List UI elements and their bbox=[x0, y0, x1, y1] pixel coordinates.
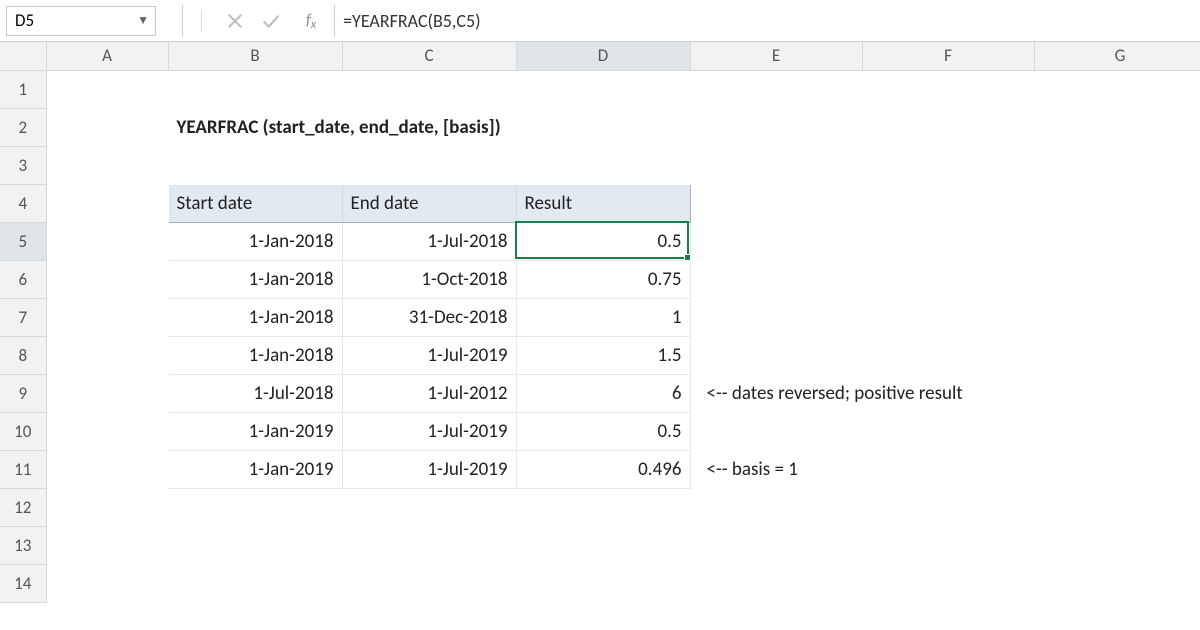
cell[interactable]: 1-Jan-2019 bbox=[168, 412, 342, 450]
row-header[interactable]: 11 bbox=[0, 450, 46, 488]
row-header[interactable]: 4 bbox=[0, 184, 46, 222]
chevron-down-icon[interactable]: ▼ bbox=[137, 13, 149, 28]
formula-input[interactable] bbox=[337, 6, 1194, 36]
row-header[interactable]: 9 bbox=[0, 374, 46, 412]
formula-bar: D5 ▼ fx bbox=[0, 0, 1200, 42]
enter-icon[interactable] bbox=[262, 12, 280, 30]
row-header[interactable]: 3 bbox=[0, 146, 46, 184]
row-header[interactable]: 8 bbox=[0, 336, 46, 374]
row-header[interactable]: 1 bbox=[0, 70, 46, 108]
table-header-start[interactable]: Start date bbox=[168, 184, 342, 222]
row-10: 10 1-Jan-2019 1-Jul-2019 0.5 bbox=[0, 412, 1200, 450]
col-header-C[interactable]: C bbox=[342, 42, 516, 70]
cell[interactable]: 1-Jul-2019 bbox=[342, 412, 516, 450]
row-header[interactable]: 13 bbox=[0, 526, 46, 564]
row-header[interactable]: 7 bbox=[0, 298, 46, 336]
cell[interactable]: 1-Oct-2018 bbox=[342, 260, 516, 298]
row-7: 7 1-Jan-2018 31-Dec-2018 1 bbox=[0, 298, 1200, 336]
row-header[interactable]: 6 bbox=[0, 260, 46, 298]
row-13: 13 bbox=[0, 526, 1200, 564]
fx-icon[interactable]: fx bbox=[306, 11, 316, 30]
row-header[interactable]: 10 bbox=[0, 412, 46, 450]
name-box[interactable]: D5 ▼ bbox=[6, 6, 156, 36]
row-6: 6 1-Jan-2018 1-Oct-2018 0.75 bbox=[0, 260, 1200, 298]
col-header-D[interactable]: D bbox=[516, 42, 690, 70]
cell[interactable]: 1-Jan-2018 bbox=[168, 336, 342, 374]
row-4: 4 Start date End date Result bbox=[0, 184, 1200, 222]
row-header[interactable]: 5 bbox=[0, 222, 46, 260]
cancel-icon[interactable] bbox=[226, 12, 244, 30]
row-14: 14 bbox=[0, 564, 1200, 602]
row-5: 5 1-Jan-2018 1-Jul-2018 0.5 bbox=[0, 222, 1200, 260]
row-header[interactable]: 12 bbox=[0, 488, 46, 526]
formula-bar-buttons: fx bbox=[185, 10, 332, 32]
row-12: 12 bbox=[0, 488, 1200, 526]
spreadsheet-grid[interactable]: A B C D E F G 1 2 YEARFRAC (start_date, … bbox=[0, 42, 1200, 603]
col-header-B[interactable]: B bbox=[168, 42, 342, 70]
table-header-result[interactable]: Result bbox=[516, 184, 690, 222]
cell[interactable]: 1-Jul-2012 bbox=[342, 374, 516, 412]
cell[interactable]: 1-Jan-2019 bbox=[168, 450, 342, 488]
cell[interactable]: 1.5 bbox=[516, 336, 690, 374]
cell[interactable]: 1 bbox=[516, 298, 690, 336]
row-9: 9 1-Jul-2018 1-Jul-2012 6 <-- dates reve… bbox=[0, 374, 1200, 412]
col-header-G[interactable]: G bbox=[1034, 42, 1200, 70]
cell[interactable]: 1-Jul-2019 bbox=[342, 336, 516, 374]
cell[interactable]: 0.75 bbox=[516, 260, 690, 298]
row-header[interactable]: 2 bbox=[0, 108, 46, 146]
row-11: 11 1-Jan-2019 1-Jul-2019 0.496 <-- basis… bbox=[0, 450, 1200, 488]
row-header[interactable]: 14 bbox=[0, 564, 46, 602]
cell[interactable]: 1-Jul-2019 bbox=[342, 450, 516, 488]
table-header-end[interactable]: End date bbox=[342, 184, 516, 222]
col-header-A[interactable]: A bbox=[46, 42, 168, 70]
row-8: 8 1-Jan-2018 1-Jul-2019 1.5 bbox=[0, 336, 1200, 374]
cell[interactable]: 6 bbox=[516, 374, 690, 412]
cell[interactable]: 0.5 bbox=[516, 412, 690, 450]
note: <-- dates reversed; positive result bbox=[690, 374, 1200, 412]
row-2: 2 YEARFRAC (start_date, end_date, [basis… bbox=[0, 108, 1200, 146]
col-header-E[interactable]: E bbox=[690, 42, 862, 70]
cell[interactable]: 31-Dec-2018 bbox=[342, 298, 516, 336]
cell[interactable]: 0.496 bbox=[516, 450, 690, 488]
row-1: 1 bbox=[0, 70, 1200, 108]
col-header-F[interactable]: F bbox=[862, 42, 1034, 70]
cell-active[interactable]: 0.5 bbox=[516, 222, 690, 260]
cell[interactable]: 1-Jan-2018 bbox=[168, 222, 342, 260]
column-header-row: A B C D E F G bbox=[0, 42, 1200, 70]
page-title: YEARFRAC (start_date, end_date, [basis]) bbox=[168, 108, 862, 146]
cell[interactable]: 1-Jan-2018 bbox=[168, 298, 342, 336]
note: <-- basis = 1 bbox=[690, 450, 1200, 488]
cell[interactable]: 1-Jul-2018 bbox=[342, 222, 516, 260]
cell[interactable]: 1-Jul-2018 bbox=[168, 374, 342, 412]
cell[interactable]: 1-Jan-2018 bbox=[168, 260, 342, 298]
row-3: 3 bbox=[0, 146, 1200, 184]
name-box-value: D5 bbox=[15, 10, 34, 31]
select-all-corner[interactable] bbox=[0, 42, 46, 70]
